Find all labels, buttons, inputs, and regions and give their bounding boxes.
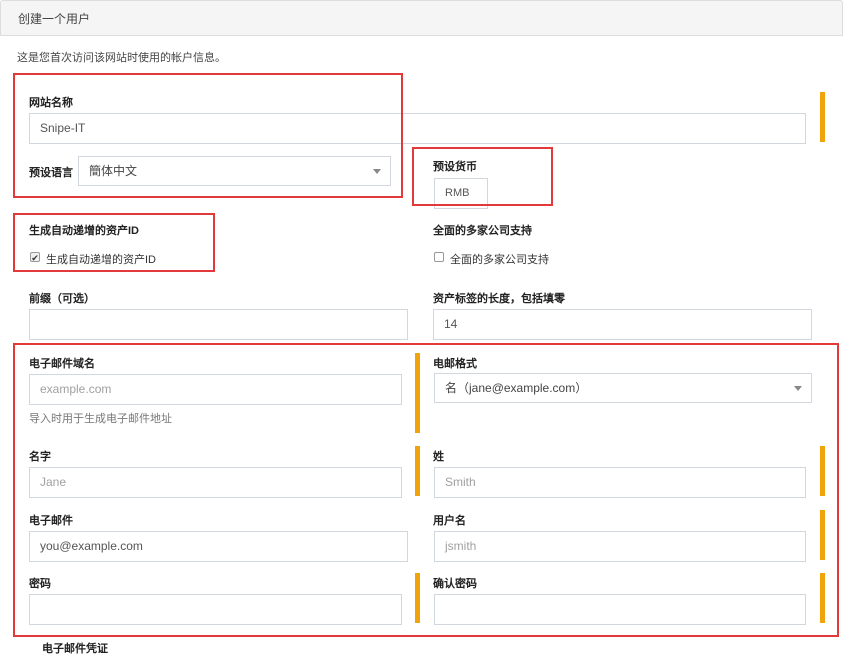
annotation-box: [412, 147, 553, 206]
panel-title: 创建一个用户: [18, 12, 91, 26]
annotation-box: [13, 343, 839, 637]
email-credentials-label: 电子邮件凭证: [42, 643, 108, 655]
prefix-label: 前缀（可选）: [29, 293, 95, 305]
asset-tag-length-input[interactable]: 14: [433, 309, 812, 340]
panel-header: [0, 0, 843, 36]
prefix-input[interactable]: [29, 309, 408, 340]
annotation-box: [13, 213, 215, 272]
multi-company-checkbox-label[interactable]: 全面的多家公司支持: [450, 251, 549, 267]
multi-company-checkbox[interactable]: [434, 252, 444, 262]
annotation-box: [13, 73, 403, 198]
required-indicator: [820, 92, 825, 142]
intro-text: 这是您首次访问该网站时使用的帐户信息。: [17, 52, 226, 64]
multi-company-label: 全面的多家公司支持: [433, 225, 532, 237]
asset-tag-length-label: 资产标签的长度，包括填零: [433, 293, 565, 305]
